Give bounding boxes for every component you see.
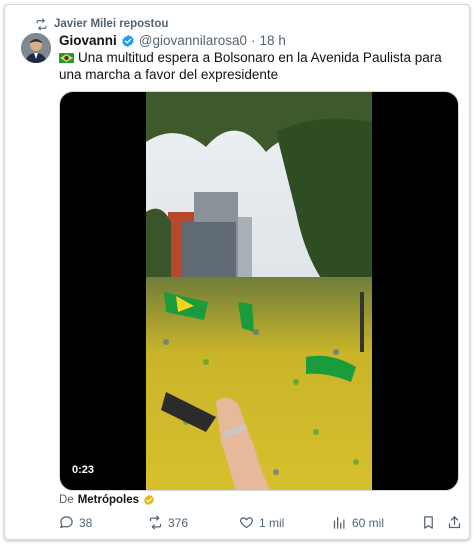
source-prefix: De xyxy=(59,494,74,506)
author-name[interactable]: Giovanni xyxy=(59,33,117,48)
share-icon xyxy=(448,516,461,529)
repost-label: Javier Milei repostou xyxy=(54,18,169,30)
heart-icon xyxy=(239,517,254,529)
video-player[interactable]: 0:23 xyxy=(59,91,459,491)
bookmark-icon xyxy=(424,516,433,529)
video-thumbnail xyxy=(146,92,372,490)
post-text-block: Una multitud espera a Bolsonaro en la Av… xyxy=(59,49,459,83)
post-text: Una multitud espera a Bolsonaro en la Av… xyxy=(59,50,442,82)
repost-icon xyxy=(36,18,47,30)
reply-icon xyxy=(60,516,73,529)
repost-button[interactable]: 376 xyxy=(148,515,188,530)
views-button[interactable]: 60 mil xyxy=(332,515,384,530)
post-card[interactable]: Javier Milei repostou Giovanni @giovanni… xyxy=(4,4,470,540)
media-source: De Metrópoles xyxy=(59,494,155,506)
share-button[interactable] xyxy=(447,515,462,530)
author-handle[interactable]: @giovannilarosa0 xyxy=(139,33,247,48)
views-chart-icon xyxy=(333,516,345,529)
brazil-flag-icon xyxy=(59,53,74,63)
post-header: Giovanni @giovannilarosa0 · 18 h xyxy=(59,33,286,48)
separator-dot: · xyxy=(251,33,256,48)
repost-header: Javier Milei repostou xyxy=(35,17,168,31)
avatar[interactable] xyxy=(21,33,51,63)
views-count: 60 mil xyxy=(352,515,385,530)
repost-action-icon xyxy=(149,515,162,530)
gold-verified-icon xyxy=(144,494,154,506)
like-count: 1 mil xyxy=(259,515,285,530)
video-duration: 0:23 xyxy=(66,462,101,478)
reply-count: 38 xyxy=(79,515,93,530)
bookmark-button[interactable] xyxy=(421,515,436,530)
action-bar: 38 376 1 mil 60 mil xyxy=(59,515,463,535)
source-name[interactable]: Metrópoles xyxy=(78,494,139,506)
reply-button[interactable]: 38 xyxy=(59,515,92,530)
post-timestamp[interactable]: 18 h xyxy=(260,33,286,48)
repost-count: 376 xyxy=(168,515,189,530)
like-button[interactable]: 1 mil xyxy=(239,515,284,530)
verified-badge-icon xyxy=(122,34,134,47)
